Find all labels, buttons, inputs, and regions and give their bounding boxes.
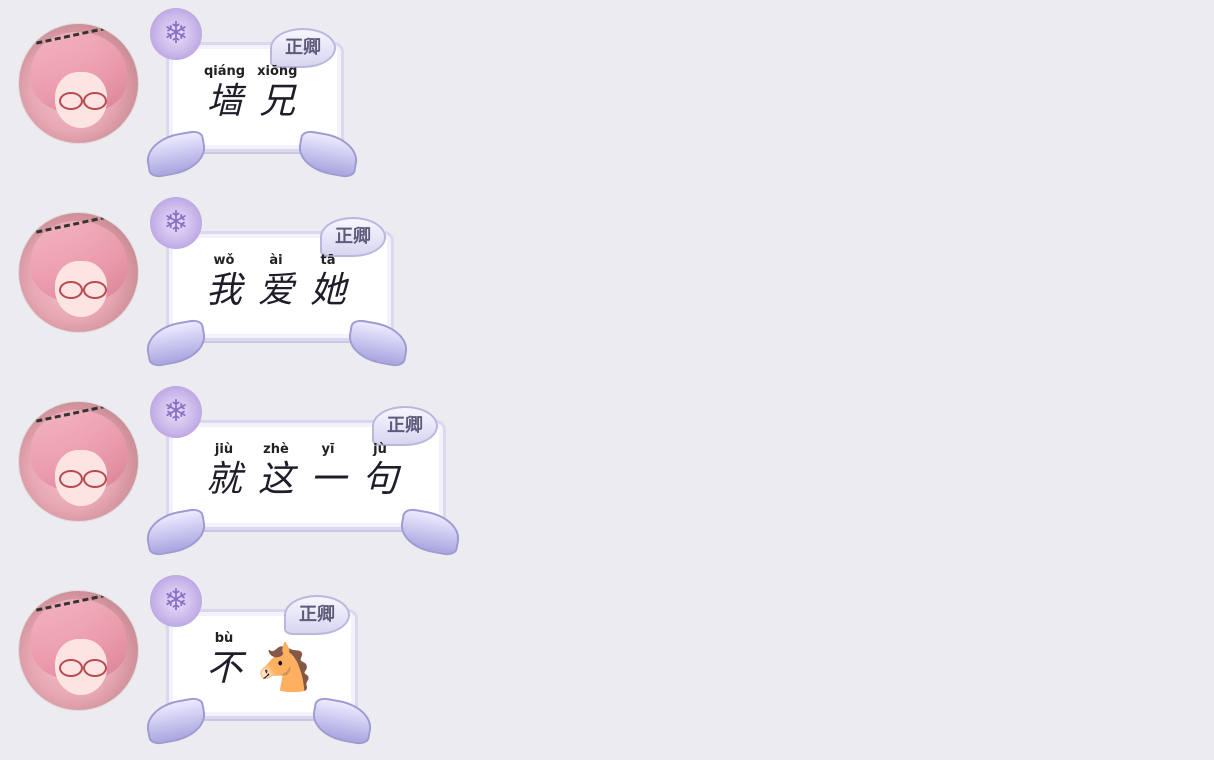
- pinyin-word: wǒ 我: [204, 253, 244, 313]
- message-text: qiáng 墙 xiōng 兄: [204, 64, 297, 124]
- hanzi: 这: [257, 459, 294, 500]
- bubble-leaf-decoration: [142, 507, 210, 557]
- snowflake-icon: ❄: [150, 8, 202, 60]
- message-row: ❄ 正卿 jiù 就 zhè 这 yī 一 jù 句: [0, 378, 1214, 567]
- pinyin-word: xiōng 兄: [257, 64, 297, 124]
- hanzi: 就: [205, 459, 242, 500]
- bubble-leaf-decoration: [344, 318, 412, 368]
- pinyin: jù: [373, 442, 387, 457]
- message-text: wǒ 我 ài 爱 tā 她: [204, 253, 348, 313]
- message-bubble[interactable]: ❄ 正卿 jiù 就 zhè 这 yī 一 jù 句: [142, 386, 464, 557]
- bubble-leaf-decoration: [294, 129, 362, 179]
- name-tag: 正卿: [320, 217, 386, 257]
- hanzi: 句: [361, 459, 398, 500]
- name-tag: 正卿: [284, 595, 350, 635]
- message-text: jiù 就 zhè 这 yī 一 jù 句: [204, 442, 400, 502]
- pinyin-word: zhè 这: [256, 442, 296, 502]
- pinyin-word: jù 句: [360, 442, 400, 502]
- pinyin: tā: [320, 253, 336, 268]
- bubble-leaf-decoration: [142, 129, 210, 179]
- snowflake-icon: ❄: [150, 386, 202, 438]
- name-tag: 正卿: [270, 28, 336, 68]
- pinyin: zhè: [263, 442, 289, 457]
- pinyin: wǒ: [213, 253, 235, 268]
- pinyin-word: qiáng 墙: [204, 64, 245, 124]
- hanzi: 我: [205, 270, 242, 311]
- message-row: ❄ 正卿 bù 不 🐴: [0, 567, 1214, 756]
- hanzi: 爱: [257, 270, 294, 311]
- message-bubble[interactable]: ❄ 正卿 bù 不 🐴: [142, 575, 376, 746]
- hanzi: 兄: [259, 81, 296, 122]
- pinyin: bù: [214, 631, 234, 646]
- horse-emoji-icon: 🐴: [256, 640, 314, 694]
- message-text: bù 不 🐴: [204, 631, 313, 695]
- message-bubble[interactable]: ❄ 正卿 qiáng 墙 xiōng 兄: [142, 8, 362, 179]
- avatar[interactable]: [19, 591, 138, 710]
- message-row: ❄ 正卿 wǒ 我 ài 爱 tā 她: [0, 189, 1214, 378]
- hanzi: 不: [205, 648, 242, 689]
- message-bubble[interactable]: ❄ 正卿 wǒ 我 ài 爱 tā 她: [142, 197, 412, 368]
- pinyin-word: bù 不: [204, 631, 244, 695]
- bubble-leaf-decoration: [308, 696, 376, 746]
- message-row: ❄ 正卿 qiáng 墙 xiōng 兄: [0, 0, 1214, 189]
- emoji-word: 🐴: [256, 631, 313, 695]
- avatar[interactable]: [19, 213, 138, 332]
- snowflake-icon: ❄: [150, 575, 202, 627]
- pinyin: qiáng: [204, 64, 246, 79]
- pinyin: ài: [269, 253, 283, 268]
- pinyin-word: tā 她: [308, 253, 348, 313]
- snowflake-icon: ❄: [150, 197, 202, 249]
- pinyin-word: yī 一: [308, 442, 348, 502]
- bubble-leaf-decoration: [142, 318, 210, 368]
- bubble-leaf-decoration: [142, 696, 210, 746]
- avatar[interactable]: [19, 402, 138, 521]
- pinyin-word: ài 爱: [256, 253, 296, 313]
- pinyin: yī: [321, 442, 335, 457]
- hanzi: 她: [309, 270, 346, 311]
- bubble-leaf-decoration: [396, 507, 464, 557]
- avatar[interactable]: [19, 24, 138, 143]
- hanzi: 一: [309, 459, 346, 500]
- hanzi: 墙: [206, 81, 243, 122]
- name-tag: 正卿: [372, 406, 438, 446]
- pinyin-word: jiù 就: [204, 442, 244, 502]
- pinyin: jiù: [214, 442, 234, 457]
- pinyin: xiōng: [257, 64, 298, 79]
